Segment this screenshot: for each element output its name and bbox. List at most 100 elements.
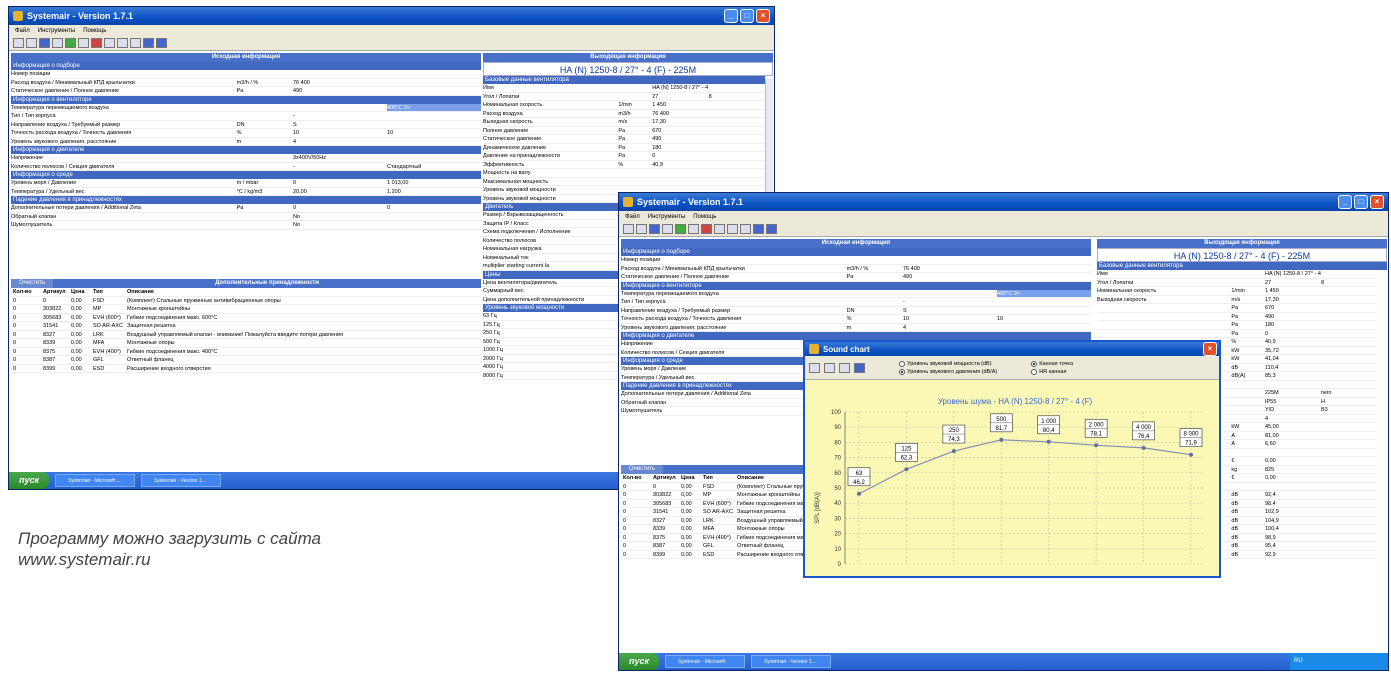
table-row[interactable]: 0 8399 0,00 ESD Расширение входного отверсти…	[11, 365, 481, 373]
play-icon[interactable]	[78, 38, 89, 48]
group-header[interactable]: Информация о двигателе	[11, 146, 481, 154]
chart-icon[interactable]	[91, 38, 102, 48]
table-row[interactable]: 0 8387 0,00 GFL Ответный фланец	[11, 356, 481, 365]
minimize-icon-2[interactable]: _	[1338, 195, 1352, 209]
table-row[interactable]: 0 8339 0,00 MFA Монтажные опоры	[621, 525, 821, 534]
table-row[interactable]: 0 8339 0,00 MFA Монтажные опоры	[11, 339, 481, 348]
grid-icon[interactable]	[727, 224, 738, 234]
menu-help[interactable]: Помощь	[83, 28, 106, 34]
radio-sound-pressure[interactable]: Уровень звукового давления (dB/A)	[899, 368, 997, 375]
radio-point[interactable]: Канная точка	[1031, 360, 1073, 367]
group-header[interactable]: Падение давления в принадлежностях	[11, 196, 481, 204]
table-row[interactable]: 0 8375 0,00 EVH (400°) Гибкие подсоединения …	[11, 348, 481, 356]
chart-export-icon[interactable]	[809, 362, 820, 373]
menu-file-2[interactable]: Файл	[625, 214, 640, 220]
cart2-icon[interactable]	[156, 38, 167, 48]
radio-hr[interactable]: HR канная	[1031, 368, 1073, 375]
taskbar-item-2[interactable]: Systemair - Version 1...	[141, 474, 222, 487]
title-bar-2[interactable]: Systemair - Version 1.7.1 _ □ ×	[619, 193, 1388, 211]
clear-button[interactable]: Очистить	[11, 279, 54, 288]
print-icon[interactable]	[52, 38, 63, 48]
cart-icon[interactable]	[753, 224, 764, 234]
clear-button-2[interactable]: Очистить	[621, 465, 664, 474]
taskbar2-item-2[interactable]: Systemair - Version 1...	[751, 655, 832, 668]
table-row[interactable]: 083270,00LRKВоздушный управляемый клапан…	[621, 517, 821, 525]
cell: 0	[13, 331, 17, 338]
sound-chart-title-bar[interactable]: Sound chart ×	[805, 342, 1219, 356]
table-row[interactable]: 0 8375 0,00 EVH (400°) Гибкие подсоединения …	[621, 534, 821, 542]
cart-icon[interactable]	[143, 38, 154, 48]
table-row[interactable]: 083270,00LRKВоздушный управляемый клапан…	[11, 331, 481, 339]
cell: kW	[1231, 356, 1240, 362]
fan-icon[interactable]	[65, 38, 76, 48]
close-icon[interactable]: ×	[756, 9, 770, 23]
table-row[interactable]: 0 305683 0,00 EVH (600°) Гибкие подсоединени…	[11, 314, 481, 322]
table-row[interactable]: 0 8399 0,00 ESD Расширение входного отверсти…	[621, 551, 821, 559]
radio-sound-power[interactable]: Уровень звуковой мощности (dB)	[899, 360, 997, 367]
table-icon[interactable]	[714, 224, 725, 234]
maximize-icon-2[interactable]: □	[1354, 195, 1368, 209]
new-icon[interactable]	[623, 224, 634, 234]
group-header[interactable]: Информация о подборе	[11, 62, 481, 70]
cart2-icon[interactable]	[766, 224, 777, 234]
cell: A	[1231, 441, 1236, 447]
fan-icon[interactable]	[675, 224, 686, 234]
cell: S	[292, 121, 297, 128]
title-bar[interactable]: Systemair - Version 1.7.1 _ □ ×	[9, 7, 774, 25]
printer-icon[interactable]	[740, 224, 751, 234]
open-icon[interactable]	[26, 38, 37, 48]
table-row[interactable]: 0 31541 0,00 SO AR-AXC Защитная решетка	[621, 508, 821, 517]
new-icon[interactable]	[13, 38, 24, 48]
cell: dB	[1231, 526, 1239, 532]
table-row[interactable]: 0 303822 0,00 MP Монтажные кронштейны	[621, 491, 821, 500]
menu-tools-2[interactable]: Инструменты	[648, 214, 685, 220]
table-row[interactable]: 000,00FSD(Комплект) Стальные пружинные а…	[11, 297, 481, 305]
grid-icon[interactable]	[117, 38, 128, 48]
caption-website[interactable]: www.systemair.ru	[18, 549, 321, 570]
maximize-icon[interactable]: □	[740, 9, 754, 23]
caption: Программу можно загрузить с сайта www.sys…	[18, 528, 321, 570]
printer-icon[interactable]	[130, 38, 141, 48]
group-header[interactable]: Информация о вентиляторе	[621, 281, 1091, 290]
play-icon[interactable]	[688, 224, 699, 234]
group-header[interactable]: Информация о вентиляторе	[11, 95, 481, 104]
chart-icon[interactable]	[701, 224, 712, 234]
table-row[interactable]: 0 305683 0,00 EVH (600°) Гибкие подсоединени…	[621, 500, 821, 508]
chart-copy-icon[interactable]	[824, 362, 835, 373]
start-button-2[interactable]: пуск	[619, 653, 660, 670]
table-row[interactable]: 0 31541 0,00 SO AR-AXC Защитная решетка	[11, 322, 481, 331]
table-icon[interactable]	[104, 38, 115, 48]
cell: m/s	[1231, 296, 1241, 303]
group-header[interactable]: Информация о подборе	[621, 248, 1091, 256]
table-row: Полное давление Pa 670	[483, 127, 765, 135]
data-point	[857, 491, 861, 496]
group-header[interactable]: Базовые данные вентилятора	[483, 76, 765, 84]
chart-save-icon[interactable]	[854, 362, 865, 373]
menu-help-2[interactable]: Помощь	[693, 214, 716, 220]
start-button[interactable]: пуск	[9, 472, 50, 489]
menu-file[interactable]: Файл	[15, 28, 30, 34]
column-header: Артикул	[653, 475, 676, 481]
save-icon[interactable]	[649, 224, 660, 234]
cell: %	[1231, 339, 1237, 345]
table-row: Статическое давление / Полное давление Pa…	[621, 273, 1091, 282]
table-row[interactable]: 0 303822 0,00 MP Монтажные кронштейны	[11, 305, 481, 314]
cell: H	[1320, 398, 1325, 405]
group-header[interactable]: Информация о среде	[11, 171, 481, 179]
table-row[interactable]: 0 8387 0,00 GFL Ответный фланец	[621, 542, 821, 551]
close-icon-2[interactable]: ×	[1370, 195, 1384, 209]
group-header[interactable]: Информация о двигателе	[621, 332, 1091, 340]
open-icon[interactable]	[636, 224, 647, 234]
save-icon[interactable]	[39, 38, 50, 48]
close-icon-3[interactable]: ×	[1203, 342, 1217, 356]
taskbar2-item-1[interactable]: Systemair - Microsoft	[665, 655, 746, 668]
cell	[997, 324, 1091, 332]
table-row[interactable]: 000,00FSD(Комплект) Стальные пружинные а…	[621, 483, 821, 491]
menu-tools[interactable]: Инструменты	[38, 28, 75, 34]
print-icon[interactable]	[662, 224, 673, 234]
minimize-icon[interactable]: _	[724, 9, 738, 23]
taskbar-item-1[interactable]: Systemair - Microsoft ...	[55, 474, 136, 487]
sound-chart-toolbar: Уровень звуковой мощности (dB) Уровень з…	[805, 356, 1219, 380]
table-row: Расход воздуха / Минимальный КПД крыльча…	[621, 265, 1091, 273]
chart-print-icon[interactable]	[839, 362, 850, 373]
